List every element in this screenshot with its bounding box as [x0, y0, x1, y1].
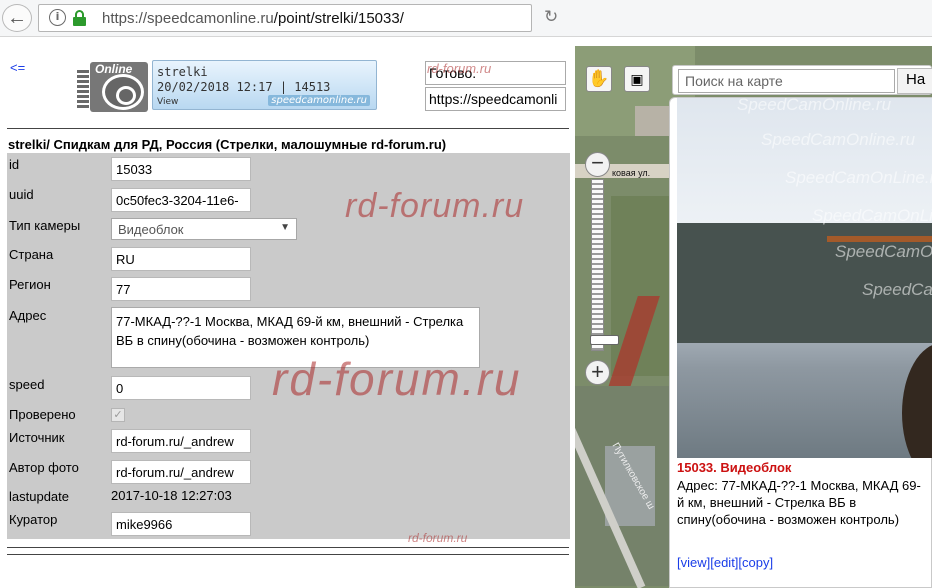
chevron-down-icon: ▼: [280, 222, 290, 233]
country-label: Страна: [9, 247, 54, 262]
select-zoom-icon[interactable]: ▣: [624, 66, 650, 92]
region-label: Регион: [9, 277, 51, 292]
pan-hand-icon[interactable]: ✋: [586, 66, 612, 92]
popup-links: [view][edit][copy]: [677, 555, 773, 570]
photo-watermark: SpeedCa: [862, 280, 932, 299]
logo-text: Online: [95, 62, 133, 76]
photo-watermark: SpeedCamOnline.ru: [737, 98, 892, 114]
photo-watermark: SpeedCamOn: [835, 242, 932, 261]
page-heading: strelki/ Спидкам для РД, Россия (Стрелки…: [8, 137, 447, 152]
id-label: id: [9, 157, 20, 172]
status-field[interactable]: Готово.: [425, 61, 566, 85]
reload-icon[interactable]: ↻: [544, 7, 558, 27]
curator-label: Куратор: [9, 512, 58, 527]
curator-field[interactable]: mike9966: [111, 512, 251, 536]
camera-type-label: Тип камеры: [9, 218, 81, 233]
address-textarea[interactable]: 77-МКАД-??-1 Москва, МКАД 69-й км, внешн…: [111, 307, 480, 368]
street-label: ковая ул.: [612, 168, 651, 178]
photo-watermark: SpeedCamOnLine.ru: [812, 206, 932, 225]
country-field[interactable]: RU: [111, 247, 251, 271]
source-label: Источник: [9, 430, 65, 445]
back-arrow-icon[interactable]: ←: [2, 4, 32, 32]
camera-type-select[interactable]: Видеоблок ▼: [111, 218, 297, 240]
photo-watermark: SpeedCamOnline.ru: [761, 130, 916, 149]
uuid-label: uuid: [9, 187, 34, 202]
photo-author-field[interactable]: rd-forum.ru/_andrew: [111, 460, 251, 484]
info-icon[interactable]: i: [49, 9, 66, 26]
browser-toolbar: ← i https://speedcamonline.ru/point/stre…: [0, 0, 932, 37]
camera-photo[interactable]: SpeedCamOnline.ru SpeedCamOnline.ru Spee…: [677, 98, 932, 458]
zoom-out-button[interactable]: −: [585, 152, 610, 177]
zoom-control[interactable]: − +: [585, 152, 619, 386]
photo-author-label: Автор фото: [9, 460, 79, 475]
map-search-bar: На: [672, 65, 932, 95]
popup-title: 15033. Видеоблок: [677, 460, 792, 475]
lock-icon: [73, 10, 86, 27]
copy-link[interactable]: [copy]: [738, 555, 773, 570]
verified-label: Проверено: [9, 407, 76, 422]
lastupdate-value: 2017-10-18 12:27:03: [111, 488, 232, 503]
verified-checkbox[interactable]: ✓: [111, 408, 125, 422]
banner-brand: speedcamonline.ru: [268, 95, 370, 106]
zoom-in-button[interactable]: +: [585, 360, 610, 385]
region-field[interactable]: 77: [111, 277, 251, 301]
banner-line3: View: [157, 97, 179, 107]
url-field[interactable]: https://speedcamonli: [425, 87, 566, 111]
divider: [7, 128, 569, 129]
map-search-button[interactable]: На: [897, 68, 932, 94]
divider: [7, 554, 569, 555]
banner-line1: strelki: [157, 65, 208, 79]
divider: [7, 547, 569, 548]
speedcam-banner[interactable]: Online strelki 20/02/2018 12:17 | 14513 …: [75, 60, 377, 113]
view-link[interactable]: [view]: [677, 555, 710, 570]
address-bar[interactable]: i https://speedcamonline.ru/point/strelk…: [38, 4, 558, 32]
back-link[interactable]: <=: [10, 60, 25, 75]
zoom-slider-thumb[interactable]: [590, 335, 619, 345]
lastupdate-label: lastupdate: [9, 489, 69, 504]
speed-field[interactable]: 0: [111, 376, 251, 400]
map-popup: SpeedCamOnline.ru SpeedCamOnline.ru Spee…: [669, 97, 932, 588]
edit-link[interactable]: [edit]: [710, 555, 738, 570]
id-field[interactable]: 15033: [111, 157, 251, 181]
banner-plate: strelki 20/02/2018 12:17 | 14513 View sp…: [152, 60, 377, 110]
map-search-input[interactable]: [678, 69, 895, 93]
photo-watermark: SpeedCamOnLine.ru: [785, 168, 932, 187]
address-label: Адрес: [9, 308, 47, 323]
camera-form: id 15033 uuid 0c50fec3-3204-11e6- Тип ка…: [7, 153, 570, 539]
popup-address: Адрес: 77-МКАД-??-1 Москва, МКАД 69-й км…: [677, 478, 921, 527]
speed-label: speed: [9, 377, 45, 392]
zoom-slider[interactable]: [590, 179, 619, 351]
banner-line2: 20/02/2018 12:17 | 14513: [157, 80, 331, 94]
source-field[interactable]: rd-forum.ru/_andrew: [111, 429, 251, 453]
camera-logo-icon: Online: [75, 60, 150, 113]
url-text[interactable]: https://speedcamonline.ru/point/strelki/…: [102, 10, 404, 27]
uuid-field[interactable]: 0c50fec3-3204-11e6-: [111, 188, 251, 212]
camera-type-value: Видеоблок: [118, 222, 184, 237]
